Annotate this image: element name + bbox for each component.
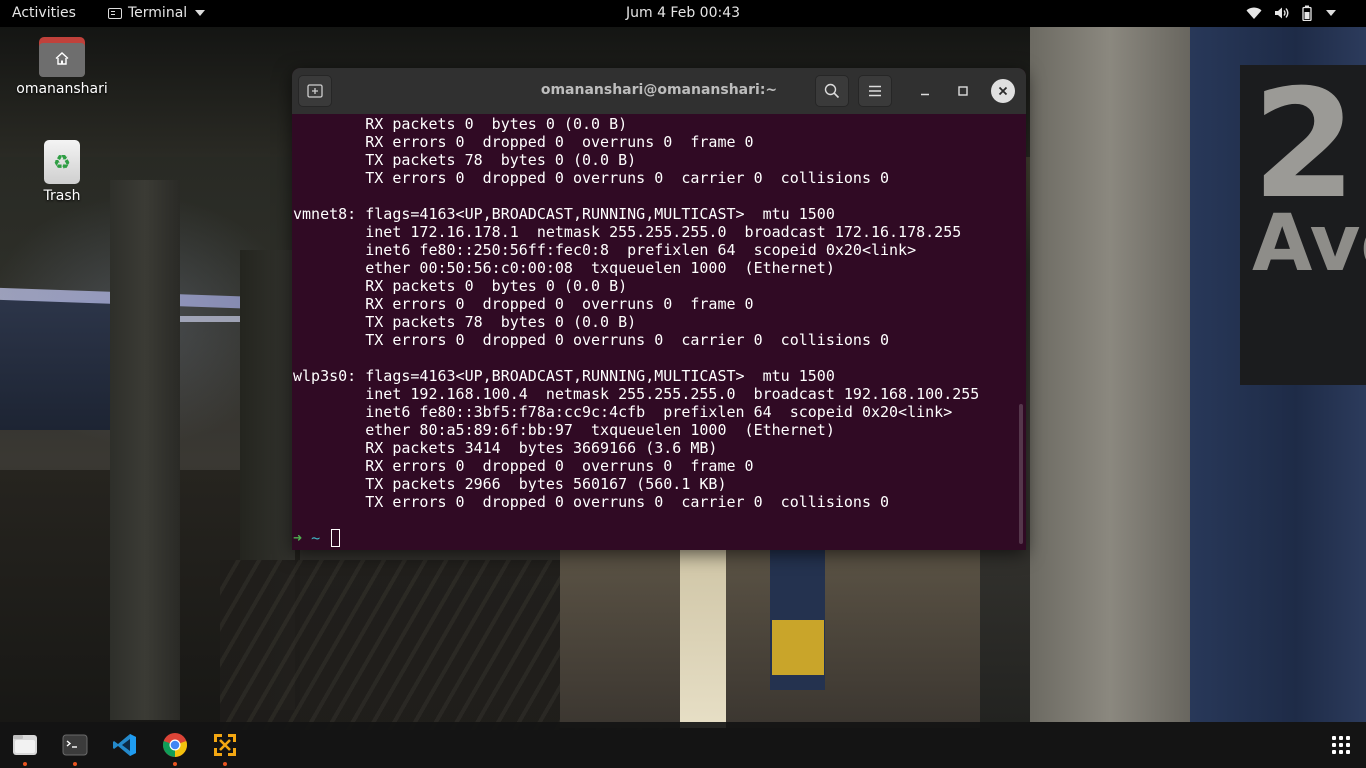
terminal-line: RX errors 0 dropped 0 overruns 0 frame 0: [293, 295, 754, 313]
prompt-directory: ~: [311, 529, 321, 547]
show-applications-icon[interactable]: [1332, 736, 1350, 754]
wallpaper-sign-number: 2: [1252, 58, 1357, 232]
terminal-icon: [62, 734, 88, 756]
terminal-line: TX packets 2966 bytes 560167 (560.1 KB): [293, 475, 727, 493]
terminal-line: wlp3s0: flags=4163<UP,BROADCAST,RUNNING,…: [293, 367, 835, 385]
dock-item-files[interactable]: [9, 729, 41, 761]
dock-item-chrome[interactable]: [159, 729, 191, 761]
running-indicator: [223, 762, 227, 766]
hamburger-icon: [869, 85, 881, 97]
wallpaper-wall: [0, 300, 110, 430]
scrollbar[interactable]: [1019, 404, 1023, 544]
search-icon: [824, 83, 840, 99]
terminal-line: RX errors 0 dropped 0 overruns 0 frame 0: [293, 133, 754, 151]
running-indicator: [23, 762, 27, 766]
minimize-icon: [921, 93, 929, 96]
files-icon: [13, 735, 37, 755]
search-button[interactable]: [815, 75, 849, 107]
terminal-line: TX packets 78 bytes 0 (0.0 B): [293, 313, 637, 331]
wallpaper-light: [180, 316, 240, 322]
wallpaper-pillar-base: [772, 620, 824, 675]
terminal-line: vmnet8: flags=4163<UP,BROADCAST,RUNNING,…: [293, 205, 835, 223]
caret-down-icon: [195, 10, 206, 16]
terminal-content[interactable]: RX packets 0 bytes 0 (0.0 B) RX errors 0…: [292, 114, 1026, 550]
wifi-icon: [1246, 7, 1262, 19]
terminal-line: TX errors 0 dropped 0 overruns 0 carrier…: [293, 169, 890, 187]
terminal-window[interactable]: omananshari@omananshari:~ RX packets 0 b…: [292, 68, 1026, 550]
running-indicator: [173, 762, 177, 766]
dock-item-vmware[interactable]: [209, 729, 241, 761]
terminal-line: inet 172.16.178.1 netmask 255.255.255.0 …: [293, 223, 962, 241]
battery-icon: [1302, 5, 1312, 21]
desktop-icon-trash[interactable]: ♻ Trash: [22, 140, 102, 204]
system-status-menu[interactable]: [1246, 5, 1336, 21]
app-menu-label: Terminal: [128, 5, 188, 21]
terminal-line: RX packets 3414 bytes 3669166 (3.6 MB): [293, 439, 718, 457]
running-indicator: [73, 762, 77, 766]
wallpaper-platform-stripe: [680, 548, 726, 728]
vmware-icon: [214, 734, 236, 756]
terminal-output: RX packets 0 bytes 0 (0.0 B) RX errors 0…: [293, 115, 979, 511]
dock-item-terminal[interactable]: [59, 729, 91, 761]
volume-icon: [1275, 7, 1289, 19]
top-bar: Activities Terminal Jum 4 Feb 00:43: [0, 0, 1366, 27]
activities-button[interactable]: Activities: [12, 5, 76, 21]
terminal-line: RX errors 0 dropped 0 overruns 0 frame 0: [293, 457, 754, 475]
terminal-line: inet6 fe80::250:56ff:fec0:8 prefixlen 64…: [293, 241, 917, 259]
terminal-line: TX errors 0 dropped 0 overruns 0 carrier…: [293, 331, 890, 349]
wallpaper-column: [110, 180, 180, 720]
new-tab-button[interactable]: [298, 75, 332, 107]
desktop-icon-home[interactable]: omananshari: [10, 35, 114, 97]
terminal-line: inet6 fe80::3bf5:f78a:cc9c:4cfb prefixle…: [293, 403, 953, 421]
close-button[interactable]: [991, 79, 1015, 103]
caret-down-icon: [1326, 10, 1336, 16]
text-cursor: [331, 529, 341, 547]
desktop-icon-label: omananshari: [16, 81, 108, 97]
app-menu[interactable]: Terminal: [108, 5, 206, 21]
new-tab-icon: [307, 84, 323, 98]
menu-button[interactable]: [858, 75, 892, 107]
chrome-icon: [163, 733, 187, 757]
terminal-line: TX errors 0 dropped 0 overruns 0 carrier…: [293, 493, 890, 511]
trash-icon: ♻: [44, 140, 80, 184]
terminal-line: RX packets 0 bytes 0 (0.0 B): [293, 115, 628, 133]
maximize-icon: [958, 86, 968, 96]
terminal-line: RX packets 0 bytes 0 (0.0 B): [293, 277, 628, 295]
home-folder-icon: [39, 35, 85, 77]
maximize-button[interactable]: [952, 80, 974, 102]
dock-item-vscode[interactable]: [109, 729, 141, 761]
minimize-button[interactable]: [914, 80, 936, 102]
terminal-app-icon: [108, 7, 122, 19]
desktop-icon-label: Trash: [43, 188, 81, 204]
terminal-line: ether 80:a5:89:6f:bb:97 txqueuelen 1000 …: [293, 421, 835, 439]
terminal-line: inet 192.168.100.4 netmask 255.255.255.0…: [293, 385, 980, 403]
vscode-icon: [113, 734, 136, 756]
terminal-line: TX packets 78 bytes 0 (0.0 B): [293, 151, 637, 169]
dock: [0, 722, 1366, 768]
terminal-prompt[interactable]: ➜ ~: [293, 529, 341, 547]
terminal-headerbar[interactable]: omananshari@omananshari:~: [292, 68, 1026, 114]
clock[interactable]: Jum 4 Feb 00:43: [626, 5, 740, 21]
prompt-arrow: ➜: [293, 529, 303, 547]
terminal-line: ether 00:50:56:c0:00:08 txqueuelen 1000 …: [293, 259, 835, 277]
wallpaper-sign-text: Ave: [1252, 199, 1366, 289]
close-icon: [998, 86, 1008, 96]
